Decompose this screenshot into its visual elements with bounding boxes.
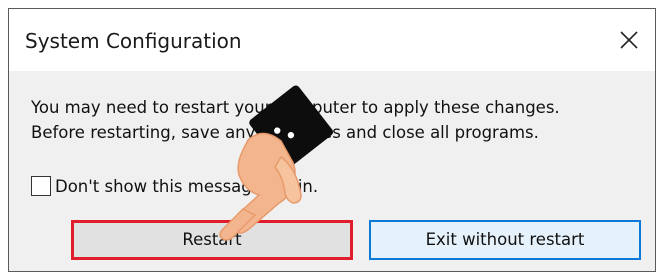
dont-show-again-row[interactable]: Don't show this message again. — [31, 173, 318, 199]
dont-show-again-checkbox[interactable] — [31, 176, 51, 196]
exit-without-restart-button[interactable]: Exit without restart — [369, 220, 641, 260]
message-line-2: Before restarting, save any open files a… — [31, 123, 539, 142]
title-bar: System Configuration — [9, 9, 655, 71]
dialog-title: System Configuration — [25, 29, 242, 53]
close-button[interactable] — [609, 22, 649, 58]
restart-button[interactable]: Restart — [71, 220, 353, 260]
close-icon — [620, 31, 638, 49]
dont-show-again-label: Don't show this message again. — [55, 176, 319, 196]
message-line-1: You may need to restart your computer to… — [31, 98, 560, 117]
dialog-message: You may need to restart your computer to… — [31, 95, 560, 145]
system-configuration-dialog: System Configuration You may need to res… — [8, 8, 656, 272]
